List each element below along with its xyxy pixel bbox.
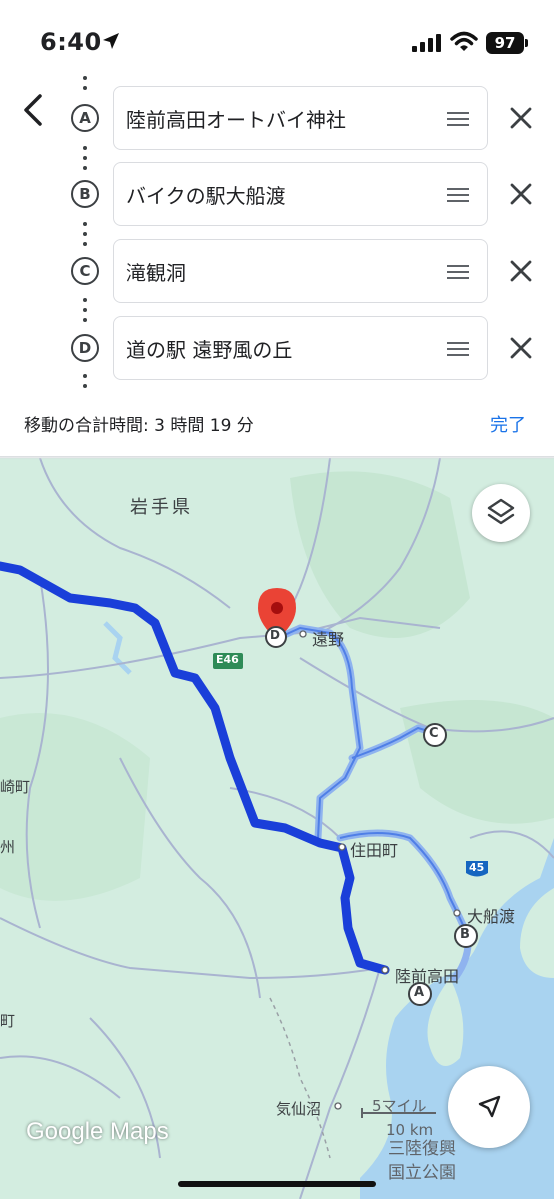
route-connector-dots — [83, 146, 87, 176]
clock: 6:40 — [40, 28, 102, 56]
place-label-tono: 遠野 — [312, 630, 345, 649]
waypoint-a-name: 陸前高田オートバイ神社 — [126, 108, 346, 132]
map-marker-a[interactable]: A — [414, 985, 424, 1000]
drag-handle-icon[interactable] — [447, 265, 469, 283]
battery-indicator: 97 — [486, 32, 524, 54]
waypoint-b-name: バイクの駅大船渡 — [126, 184, 286, 208]
drag-handle-icon[interactable] — [447, 112, 469, 130]
place-label-edge-2: 州 — [0, 838, 16, 856]
place-label-kesennuma: 気仙沼 — [276, 1100, 322, 1118]
waypoint-c-name: 滝観洞 — [126, 261, 186, 285]
waypoint-d-name: 道の駅 遠野風の丘 — [126, 338, 293, 362]
map-marker-c[interactable]: C — [429, 726, 439, 741]
scale-km: 10 km — [386, 1121, 434, 1139]
wifi-icon — [450, 31, 478, 51]
home-indicator — [178, 1181, 376, 1187]
route-45-shield: 45 — [469, 861, 485, 874]
remove-waypoint-b-icon[interactable] — [508, 181, 534, 207]
waypoint-d-field[interactable]: 道の駅 遠野風の丘 — [113, 316, 488, 380]
route-connector-dots — [83, 374, 87, 394]
navigation-arrow-icon — [478, 1095, 501, 1118]
place-label-edge-1: 崎町 — [0, 778, 31, 796]
park-label-line2: 国立公園 — [388, 1163, 456, 1183]
waypoint-a-letter: A — [71, 104, 99, 132]
waypoint-b-letter: B — [71, 180, 99, 208]
map-view[interactable]: C B A D E46 45 岩手県 遠野 住田町 大船渡 陸前高田 気仙沼 三… — [0, 458, 554, 1199]
waypoint-c-field[interactable]: 滝観洞 — [113, 239, 488, 303]
cellular-signal-icon — [412, 34, 441, 52]
place-label-ofunato: 大船渡 — [467, 907, 516, 926]
done-button[interactable]: 完了 — [490, 411, 526, 437]
panel-divider — [0, 456, 554, 460]
back-arrow-icon[interactable] — [18, 90, 50, 130]
layers-button[interactable] — [472, 484, 530, 542]
route-connector-dots — [83, 76, 87, 96]
map-marker-b[interactable]: B — [460, 927, 470, 942]
route-connector-dots — [83, 222, 87, 252]
google-maps-logo: Google Maps — [26, 1118, 169, 1145]
place-label-rikuzentakata: 陸前高田 — [395, 967, 460, 986]
layers-icon — [487, 498, 515, 525]
remove-waypoint-d-icon[interactable] — [508, 335, 534, 361]
location-arrow-icon — [103, 33, 119, 49]
total-travel-time: 移動の合計時間: 3 時間 19 分 — [24, 416, 254, 436]
drag-handle-icon[interactable] — [447, 188, 469, 206]
remove-waypoint-a-icon[interactable] — [508, 105, 534, 131]
waypoint-d-letter: D — [71, 334, 99, 362]
route-e46-shield: E46 — [216, 653, 239, 666]
route-connector-dots — [83, 298, 87, 328]
battery-nub — [525, 39, 528, 47]
prefecture-label: 岩手県 — [130, 497, 193, 518]
remove-waypoint-c-icon[interactable] — [508, 258, 534, 284]
scale-miles: 5マイル — [372, 1097, 427, 1115]
status-bar: 6:40 97 — [0, 0, 554, 80]
place-label-sumita: 住田町 — [350, 841, 399, 860]
map-marker-d[interactable]: D — [270, 628, 280, 642]
waypoint-b-field[interactable]: バイクの駅大船渡 — [113, 162, 488, 226]
place-label-edge-3: 町 — [0, 1012, 16, 1030]
drag-handle-icon[interactable] — [447, 342, 469, 360]
waypoint-c-letter: C — [71, 257, 99, 285]
start-navigation-button[interactable] — [448, 1066, 530, 1148]
waypoint-a-field[interactable]: 陸前高田オートバイ神社 — [113, 86, 488, 150]
